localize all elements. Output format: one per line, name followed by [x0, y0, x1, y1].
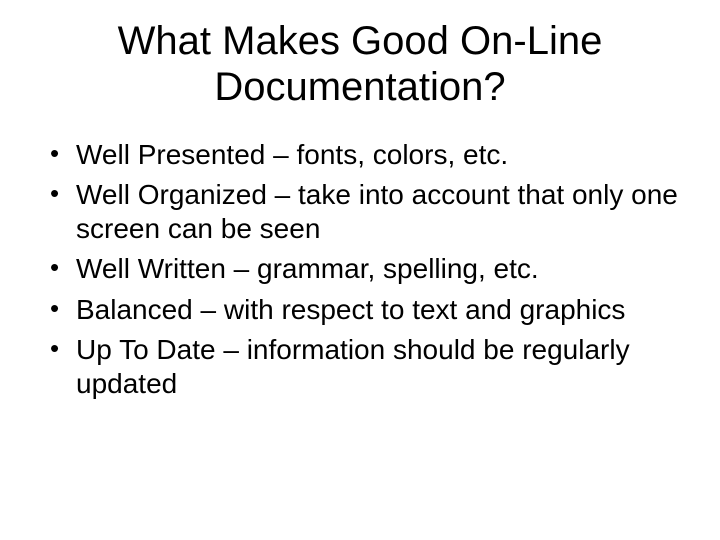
list-item: Balanced – with respect to text and grap… [50, 293, 684, 327]
slide-title: What Makes Good On-Line Documentation? [30, 18, 690, 110]
bullet-list: Well Presented – fonts, colors, etc. Wel… [30, 138, 690, 401]
list-item: Up To Date – information should be regul… [50, 333, 684, 401]
slide: What Makes Good On-Line Documentation? W… [0, 0, 720, 540]
list-item: Well Organized – take into account that … [50, 178, 684, 246]
list-item: Well Presented – fonts, colors, etc. [50, 138, 684, 172]
list-item: Well Written – grammar, spelling, etc. [50, 252, 684, 286]
